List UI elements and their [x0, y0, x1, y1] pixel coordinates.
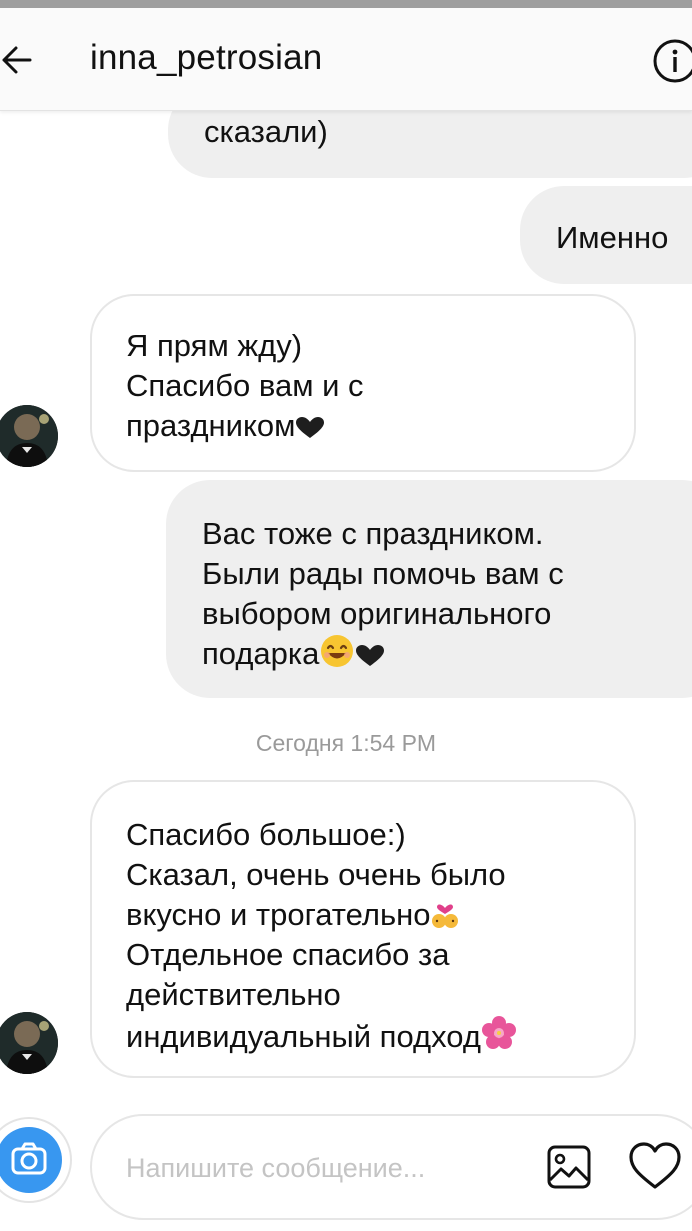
avatar-image: [0, 1012, 58, 1074]
black-heart-icon: [356, 645, 385, 666]
camera-icon: [11, 1142, 47, 1175]
message-line: Спасибо вам и с: [126, 368, 364, 403]
cherry-blossom-icon: [481, 1016, 516, 1049]
chat-username[interactable]: inna_petrosian: [90, 38, 322, 78]
message-line: Отдельное спасибо за: [126, 937, 450, 972]
avatar[interactable]: [0, 405, 58, 467]
message-line-with-icon: праздником: [126, 406, 634, 446]
direct-message-screen: inna_petrosian сказали) Именно Я прям жд…: [0, 0, 692, 1231]
couple-kiss-icon: [432, 904, 459, 928]
message-line: вкусно и трогательно: [126, 897, 431, 932]
message-line: индивидуальный подход: [126, 1019, 481, 1054]
message-line: выбором оригинального: [202, 596, 552, 631]
message-line: сказали): [204, 114, 328, 149]
avatar[interactable]: [0, 1012, 58, 1074]
message-line: действительно: [126, 977, 341, 1012]
heart-outline-icon[interactable]: [628, 1141, 682, 1191]
message-timestamp: Сегодня 1:54 PM: [255, 730, 437, 756]
gallery-icon[interactable]: [546, 1144, 592, 1190]
incoming-message-bubble[interactable]: Я прям жду) Спасибо вам и с праздником: [90, 294, 636, 472]
camera-button[interactable]: [0, 1117, 72, 1203]
outgoing-message-bubble[interactable]: Именно: [520, 186, 692, 284]
arrow-left-icon[interactable]: [0, 40, 40, 80]
camera-button-fill: [0, 1127, 62, 1193]
avatar-image: [0, 405, 58, 467]
message-composer: [90, 1114, 692, 1220]
message-line: подарка: [202, 636, 320, 671]
message-line: Вас тоже с праздником.: [202, 516, 544, 551]
black-heart-icon: [296, 417, 325, 438]
message-line-with-icon: индивидуальный подход: [126, 1015, 634, 1057]
smiling-face-icon: [321, 635, 354, 667]
message-line: Спасибо большое:): [126, 817, 406, 852]
status-bar-strip: [0, 0, 692, 8]
message-line: Именно: [556, 220, 669, 255]
message-line: праздником: [126, 408, 296, 443]
info-circle-icon[interactable]: [652, 38, 692, 84]
message-line-with-icon: вкусно и трогательно: [126, 895, 634, 935]
incoming-message-bubble[interactable]: Спасибо большое:) Сказал, очень очень бы…: [90, 780, 636, 1078]
message-line: Я прям жду): [126, 328, 303, 363]
message-line: Были рады помочь вам с: [202, 556, 564, 591]
message-input[interactable]: [126, 1148, 526, 1188]
outgoing-message-bubble[interactable]: Вас тоже с праздником. Были рады помочь …: [166, 480, 692, 698]
chat-header: inna_petrosian: [0, 8, 692, 111]
message-line: Сказал, очень очень было: [126, 857, 506, 892]
message-line-with-icons: подарка: [202, 634, 692, 674]
